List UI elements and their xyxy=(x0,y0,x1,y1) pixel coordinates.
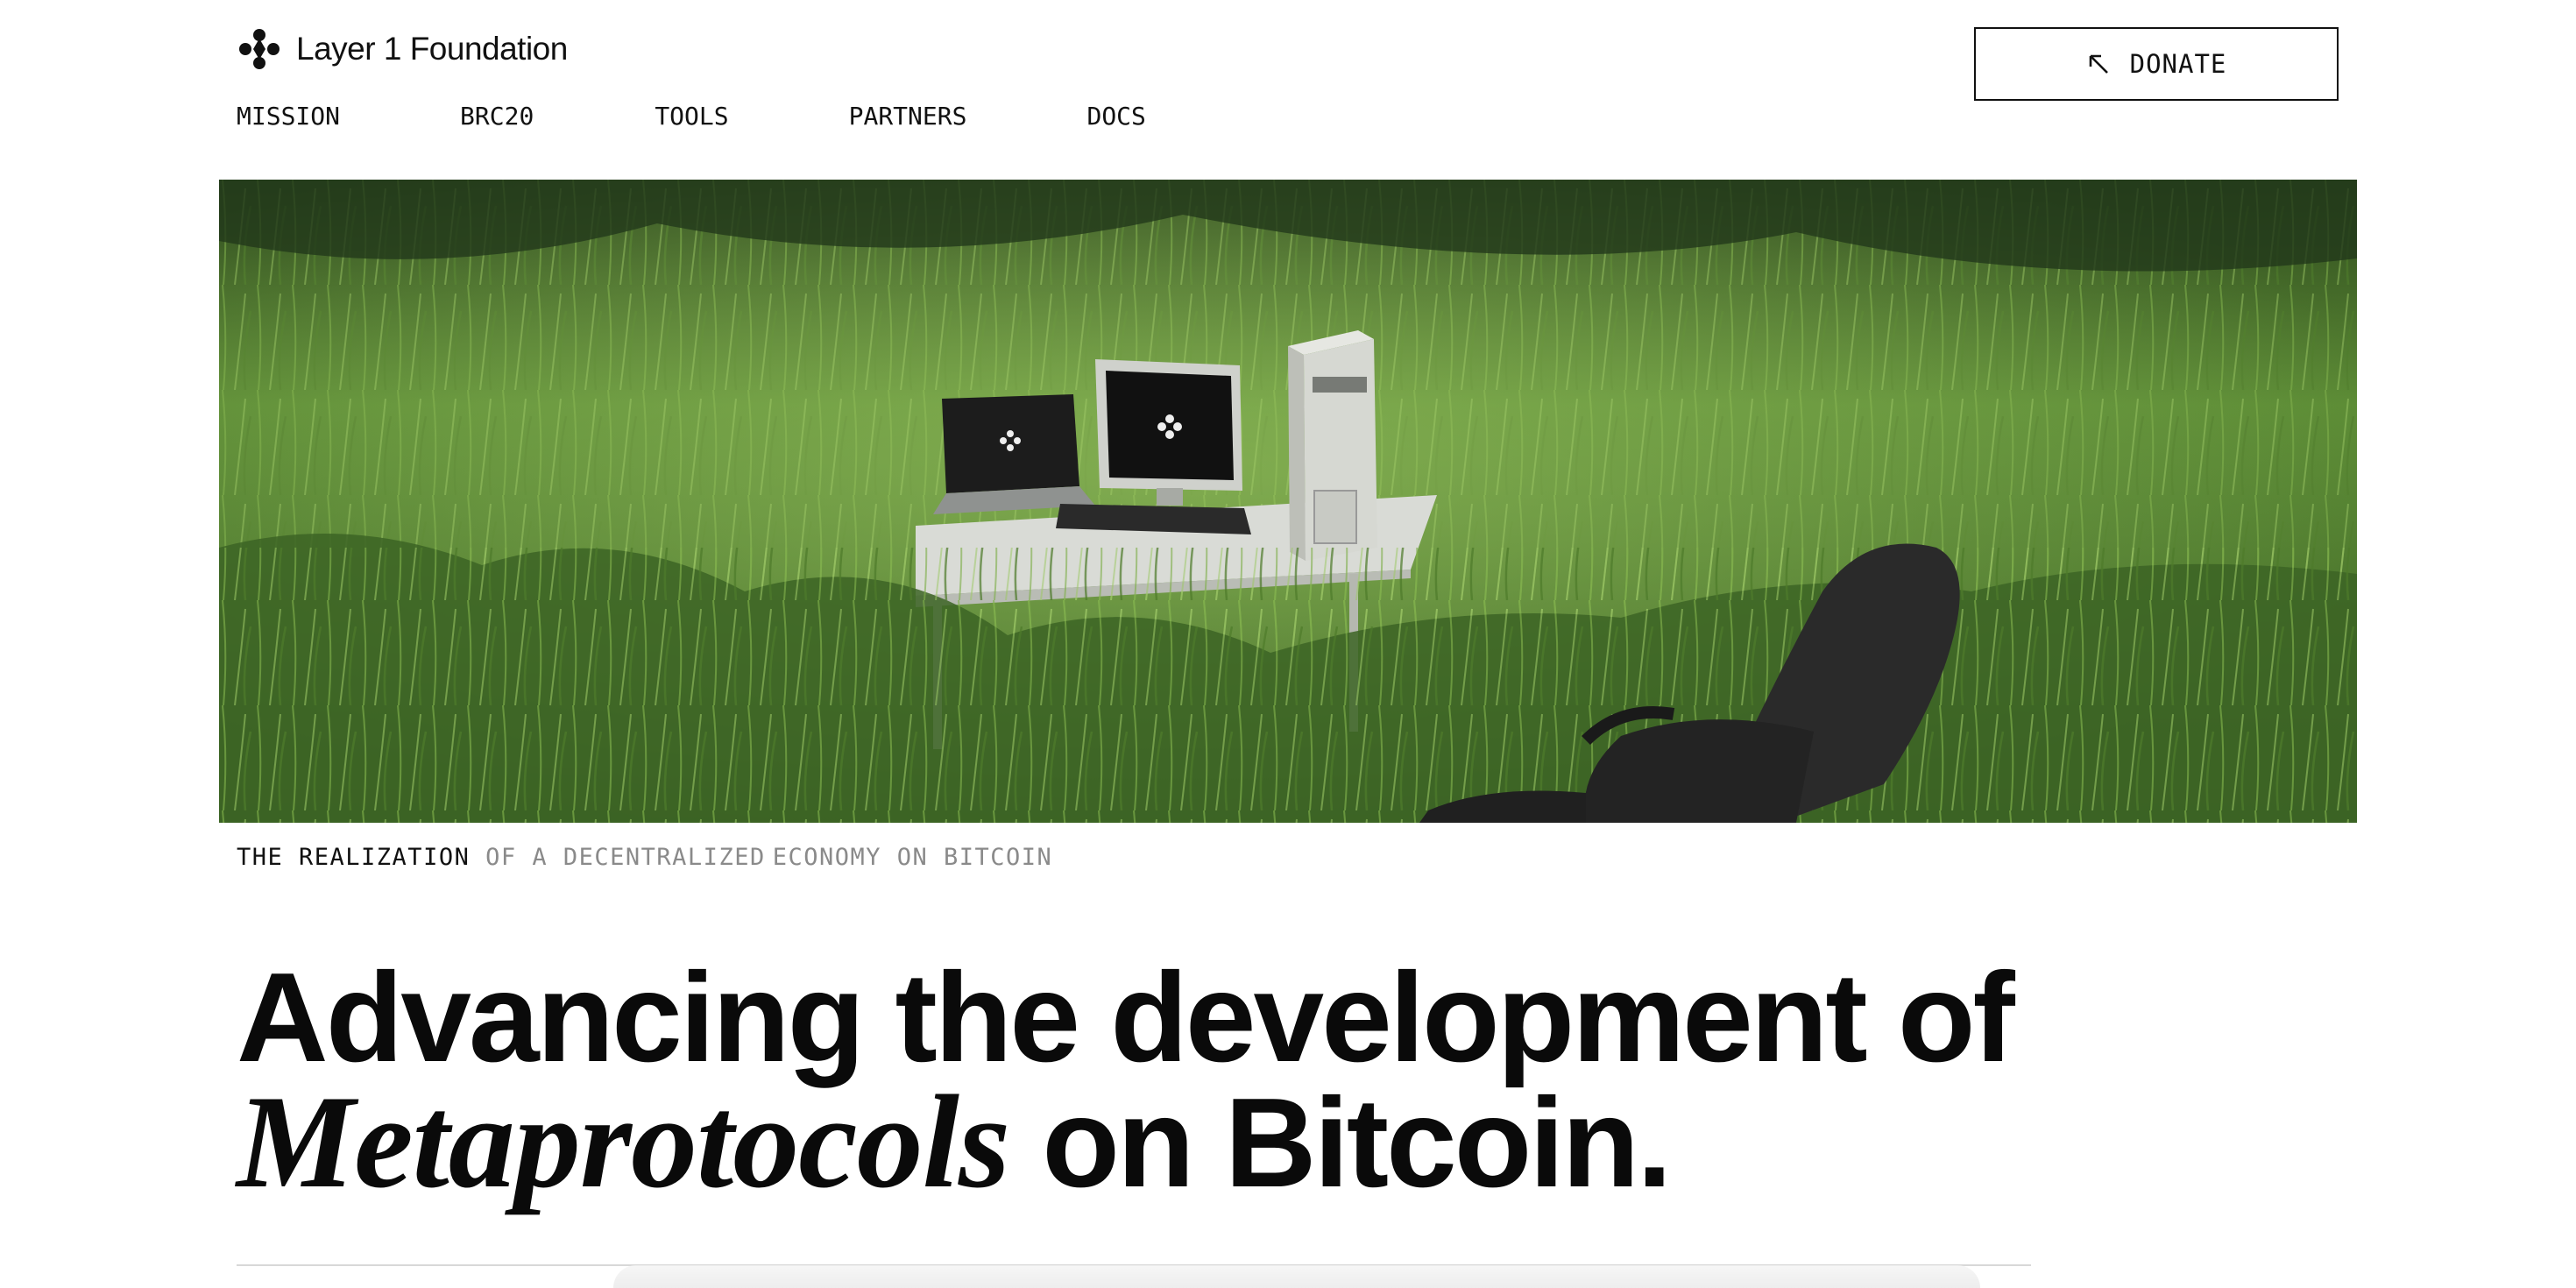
fleur-logo-icon xyxy=(239,29,280,69)
tagline-muted-1: OF A DECENTRALIZED xyxy=(485,844,766,871)
tagline-strong: THE REALIZATION xyxy=(237,844,471,871)
tagline: THE REALIZATION OF A DECENTRALIZED ECONOM… xyxy=(237,844,1052,871)
brand-logo[interactable]: Layer 1 Foundation xyxy=(237,26,568,72)
headline-italic: Metaprotocols xyxy=(237,1068,1010,1215)
nav-item-mission[interactable]: MISSION xyxy=(237,102,340,131)
hero-image xyxy=(219,180,2357,823)
brand-name: Layer 1 Foundation xyxy=(296,31,568,67)
donate-label: DONATE xyxy=(2129,49,2227,79)
nav-item-brc20[interactable]: BRC20 xyxy=(460,102,534,131)
headline-rest: on Bitcoin. xyxy=(1009,1072,1672,1214)
main-nav: MISSION BRC20 TOOLS PARTNERS DOCS xyxy=(237,102,1146,131)
nav-item-partners[interactable]: PARTNERS xyxy=(849,102,967,131)
headline-line-2: Metaprotocols on Bitcoin. xyxy=(237,1075,2164,1239)
nav-item-tools[interactable]: TOOLS xyxy=(655,102,728,131)
nav-item-docs[interactable]: DOCS xyxy=(1086,102,1145,131)
page-headline: Advancing the development of Metaprotoco… xyxy=(237,946,2164,1239)
headline-line-1: Advancing the development of xyxy=(237,946,2015,1088)
tagline-muted-2: ECONOMY ON BITCOIN xyxy=(772,844,1053,871)
arrow-up-left-icon xyxy=(2089,54,2108,74)
bottom-card-edge xyxy=(613,1265,1980,1288)
donate-button[interactable]: DONATE xyxy=(1974,27,2339,101)
